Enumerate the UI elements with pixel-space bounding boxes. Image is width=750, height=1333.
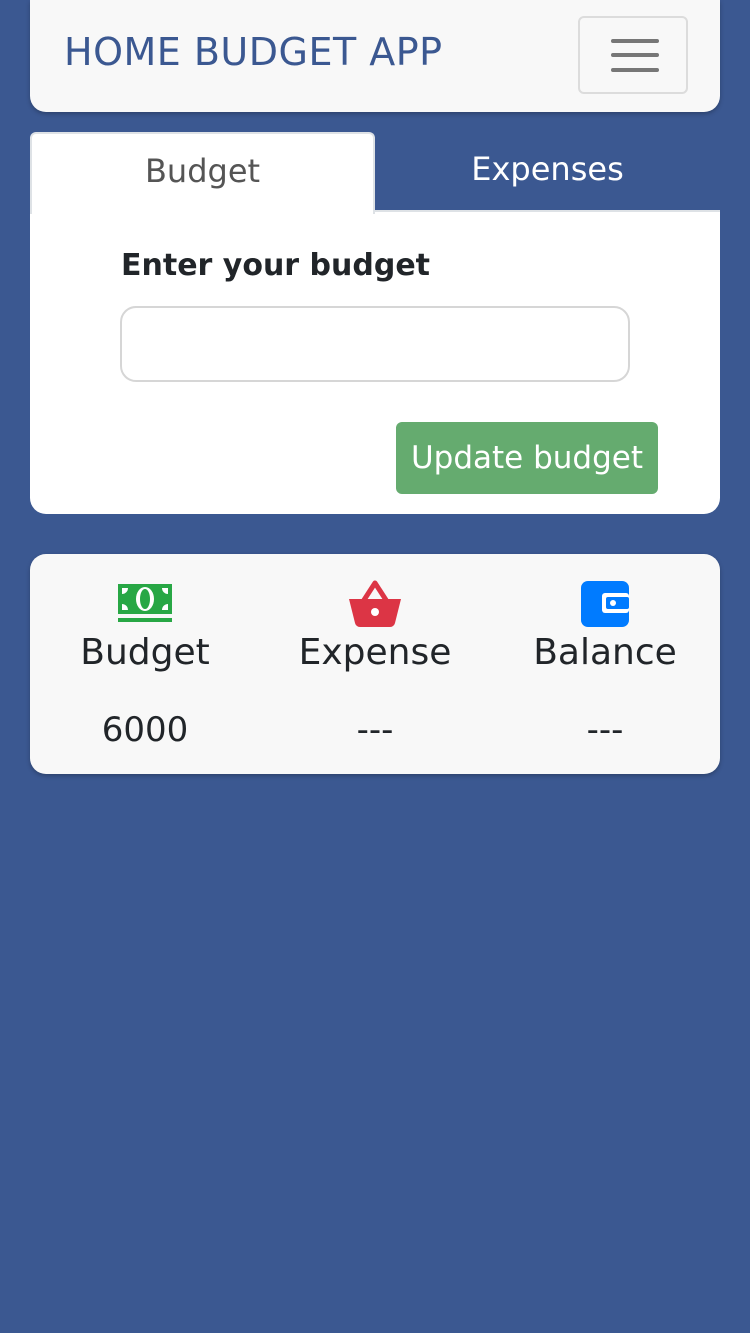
summary-balance-label: Balance — [533, 632, 677, 673]
budget-tab-panel: Enter your budget Update budget — [30, 212, 720, 514]
app-title[interactable]: HOME BUDGET APP — [64, 30, 443, 74]
menu-toggle-button[interactable] — [578, 16, 688, 94]
money-bill-icon — [118, 584, 172, 622]
summary-budget-label: Budget — [80, 632, 210, 673]
tab-bar: Budget Expenses — [30, 132, 720, 214]
shopping-basket-icon — [349, 580, 401, 628]
summary-balance-value: --- — [586, 710, 624, 750]
summary-expense-value: --- — [356, 710, 394, 750]
summary-budget-value: 6000 — [101, 710, 189, 750]
summary-card: Budget 6000 Expense --- Balance --- — [30, 554, 720, 774]
tab-budget[interactable]: Budget — [30, 132, 375, 214]
update-budget-button[interactable]: Update budget — [396, 422, 658, 494]
summary-budget: Budget 6000 — [30, 554, 260, 774]
summary-expense: Expense --- — [260, 554, 490, 774]
navbar: HOME BUDGET APP — [30, 0, 720, 112]
tab-expenses[interactable]: Expenses — [375, 132, 720, 212]
budget-input[interactable] — [120, 306, 630, 382]
summary-expense-label: Expense — [298, 632, 452, 673]
summary-balance: Balance --- — [490, 554, 720, 774]
budget-input-label: Enter your budget — [121, 248, 431, 283]
wallet-icon — [581, 581, 629, 627]
